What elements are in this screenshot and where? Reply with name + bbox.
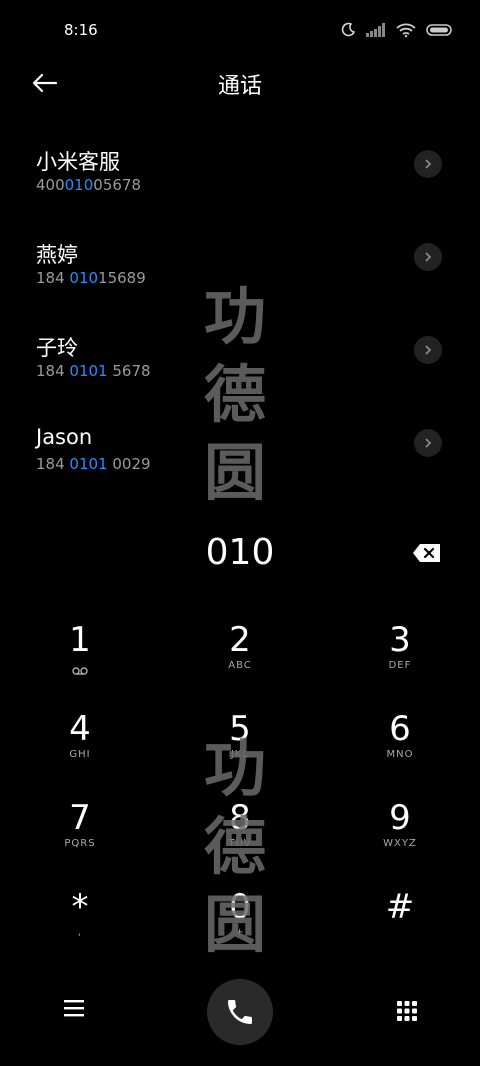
number-suffix: 05678 [93,176,141,194]
watermark-char: 德 [204,358,267,431]
key-digit: 4 [69,709,91,749]
watermark-char: 圆 [204,436,267,509]
contact-name: 小米客服 [36,150,120,174]
header: 通话 [0,60,480,108]
number-match: 010 [69,269,99,287]
number-suffix: 5678 [107,362,151,380]
key-digit: 9 [389,798,411,838]
key-1[interactable]: 1 [20,620,140,700]
key-digit: * [71,887,89,927]
contact-detail-button[interactable] [414,243,442,271]
chevron-right-icon [425,159,432,169]
contact-detail-button[interactable] [414,429,442,457]
status-bar: 8:16 [0,0,480,60]
contact-detail-button[interactable] [414,336,442,364]
number-match: 0101 [69,362,108,380]
key-9[interactable]: 9 WXYZ [340,798,460,878]
key-3[interactable]: 3 DEF [340,620,460,700]
contact-number: 40001005678 [36,176,141,194]
key-digit: 2 [229,620,251,660]
number-match: 0101 [69,455,108,473]
key-hash[interactable]: # [340,887,460,967]
page-title: 通话 [217,74,262,99]
number-prefix: 400 [36,176,65,194]
chevron-right-icon [425,438,432,448]
moon-icon [341,22,356,37]
watermark-char: 圆 [204,888,267,961]
contact-detail-button[interactable] [414,150,442,178]
watermark-char: 功 [204,280,267,353]
key-digit: 1 [69,620,91,660]
key-7[interactable]: 7 PQRS [20,798,140,878]
contact-name: Jason [36,425,93,449]
number-prefix: 184 [36,455,70,473]
key-digit: 6 [389,709,411,749]
key-digit: 3 [389,620,411,660]
key-star[interactable]: * , [20,887,140,967]
battery-icon [426,24,452,36]
contact-name: 燕婷 [36,243,78,267]
backspace-icon[interactable] [412,542,442,564]
wifi-icon [396,23,416,37]
contact-number: 184 0101 5678 [36,362,151,380]
number-prefix: 184 [36,269,70,287]
watermark: 功 德 圆 [204,278,266,512]
number-suffix: 15689 [98,269,146,287]
key-digit: 7 [69,798,91,838]
key-letters: PQRS [64,838,96,849]
call-button[interactable] [207,979,273,1045]
key-letters: DEF [388,660,412,671]
signal-icon [366,23,385,37]
chevron-right-icon [425,252,432,262]
number-suffix: 0029 [107,455,151,473]
number-prefix: 184 [36,362,70,380]
key-6[interactable]: 6 MNO [340,709,460,789]
status-icons [340,22,454,38]
dialpad-icon[interactable] [395,999,419,1023]
key-letters: , [77,927,83,938]
contact-item[interactable]: 小米客服 40001005678 [0,140,480,210]
key-letters: MNO [386,749,414,760]
key-letters: WXYZ [383,838,417,849]
menu-icon[interactable] [62,996,86,1020]
watermark-char: 德 [204,810,267,883]
watermark: 功 德 圆 [204,730,266,964]
watermark-char: 功 [204,732,267,805]
voicemail-icon [72,667,88,675]
number-match: 010 [64,176,94,194]
key-letters: GHI [69,749,91,760]
status-time: 8:16 [64,21,98,39]
contact-number: 184 0101 0029 [36,455,151,473]
dial-input-display: 010 [205,532,275,573]
key-letters: ABC [228,660,252,671]
phone-icon [228,1000,252,1024]
key-digit: # [385,887,415,927]
contact-number: 184 01015689 [36,269,146,287]
key-2[interactable]: 2 ABC [180,620,300,700]
chevron-right-icon [425,345,432,355]
key-4[interactable]: 4 GHI [20,709,140,789]
bottom-bar [0,976,480,1056]
contact-name: 子玲 [36,336,78,360]
